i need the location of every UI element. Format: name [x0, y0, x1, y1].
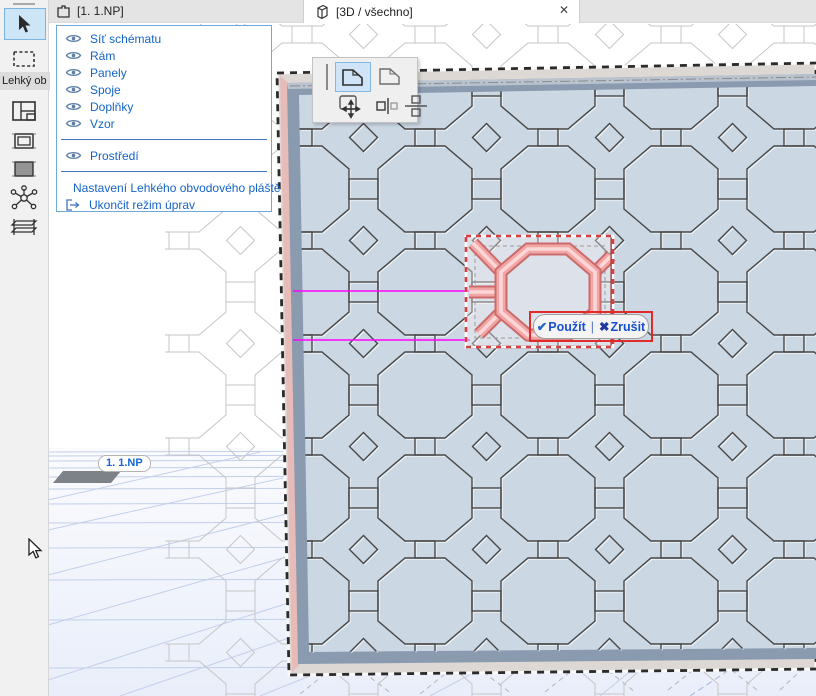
confirm-pill: ✔ Použít | ✖ Zrušit: [533, 314, 649, 339]
junction-tool[interactable]: [4, 182, 44, 216]
eye-icon[interactable]: [65, 101, 82, 112]
scheme-grid-icon: [11, 100, 37, 122]
pet-palette: [312, 57, 418, 123]
story-marker-shape: [53, 471, 121, 483]
menu-item-label: Ukončit režim úprav: [89, 198, 195, 212]
exit-icon: [65, 199, 81, 211]
menu-item-environment[interactable]: Prostředí: [57, 147, 271, 164]
menu-separator: [61, 139, 267, 140]
check-icon: ✔: [537, 319, 547, 334]
tab-floorplan-label: [1. 1.NP]: [77, 4, 124, 18]
panel-outline-tool-button[interactable]: [373, 62, 407, 90]
eye-icon[interactable]: [65, 118, 82, 129]
apply-button[interactable]: ✔ Použít: [537, 319, 586, 334]
marquee-tool[interactable]: [4, 44, 44, 74]
confirm-divider: |: [591, 320, 594, 334]
menu-item-joints[interactable]: Spoje: [57, 81, 271, 98]
palette-separator: [326, 64, 328, 90]
menu-item-label: Vzor: [90, 117, 115, 131]
story-label: 1. 1.NP: [98, 455, 151, 472]
frame-tool[interactable]: [4, 126, 44, 156]
accessory-tool[interactable]: [4, 214, 44, 244]
menu-item-accessories[interactable]: Doplňky: [57, 98, 271, 115]
cross-icon: ✖: [599, 319, 609, 334]
menu-item-panels[interactable]: Panely: [57, 64, 271, 81]
eye-icon[interactable]: [65, 50, 82, 61]
frame-icon: [11, 130, 37, 152]
toolbox-separator: [13, 3, 35, 5]
eye-icon[interactable]: [65, 150, 82, 161]
panel-glyph-icon: [341, 67, 365, 87]
arrow-cursor-icon: [16, 14, 34, 34]
menu-item-label: Doplňky: [90, 100, 133, 114]
tab-3d-label: [3D / všechno]: [336, 5, 413, 19]
floorplan-tab-icon: [56, 4, 71, 19]
cube-3d-icon: [314, 4, 330, 20]
accessory-icon: [8, 217, 40, 241]
menu-item-label: Rám: [90, 49, 115, 63]
left-toolbox: Lehký ob: [0, 0, 49, 696]
menu-item-label: Prostředí: [90, 149, 139, 163]
menu-item-label: Nastavení Lehkého obvodového pláště: [73, 181, 281, 195]
curtain-wall-edit-menu: Síť schématu Rám Panely Spoje Doplňk: [56, 25, 272, 212]
application-window: Lehký ob: [0, 0, 816, 696]
tab-3d-active[interactable]: [3D / všechno] ✕: [303, 0, 580, 23]
menu-item-scheme-grid[interactable]: Síť schématu: [57, 30, 271, 47]
replace-tool-button[interactable]: [371, 92, 405, 120]
toolbox-section-label: Lehký ob: [0, 72, 50, 90]
arrow-select-tool[interactable]: [4, 8, 46, 40]
panel-tool-button[interactable]: [335, 62, 371, 92]
menu-item-label: Spoje: [90, 83, 121, 97]
tab-bar: [1. 1.NP] [3D / všechno] ✕: [48, 0, 816, 23]
move-arrows-icon: [338, 93, 366, 119]
marquee-icon: [12, 50, 36, 68]
eye-icon[interactable]: [65, 67, 82, 78]
confirm-bar: ✔ Použít | ✖ Zrušit: [529, 311, 653, 342]
menu-item-label: Panely: [90, 66, 127, 80]
menu-item-label: Síť schématu: [90, 32, 161, 46]
menu-item-exit-edit-mode[interactable]: Ukončit režim úprav: [57, 196, 271, 213]
mouse-cursor: [27, 538, 43, 560]
split-glyph-icon: [404, 95, 428, 117]
cancel-label: Zrušit: [610, 320, 645, 334]
junction-icon: [10, 185, 38, 213]
menu-item-frame[interactable]: Rám: [57, 47, 271, 64]
panel-outline-glyph-icon: [378, 66, 402, 86]
replace-glyph-icon: [376, 96, 400, 116]
eye-icon[interactable]: [65, 33, 82, 44]
apply-label: Použít: [548, 320, 586, 334]
menu-separator: [61, 171, 267, 172]
panel-icon: [11, 158, 37, 180]
split-tool-button[interactable]: [401, 92, 431, 120]
panel-tool[interactable]: [4, 154, 44, 184]
cancel-button[interactable]: ✖ Zrušit: [599, 319, 645, 334]
move-tool-button[interactable]: [335, 92, 369, 120]
eye-icon[interactable]: [65, 84, 82, 95]
menu-item-pattern[interactable]: Vzor: [57, 115, 271, 132]
scheme-grid-tool[interactable]: [4, 96, 44, 126]
menu-item-settings[interactable]: Nastavení Lehkého obvodového pláště: [57, 179, 271, 196]
tab-floorplan[interactable]: [1. 1.NP]: [56, 0, 124, 22]
tab-close-icon[interactable]: ✕: [559, 3, 569, 17]
